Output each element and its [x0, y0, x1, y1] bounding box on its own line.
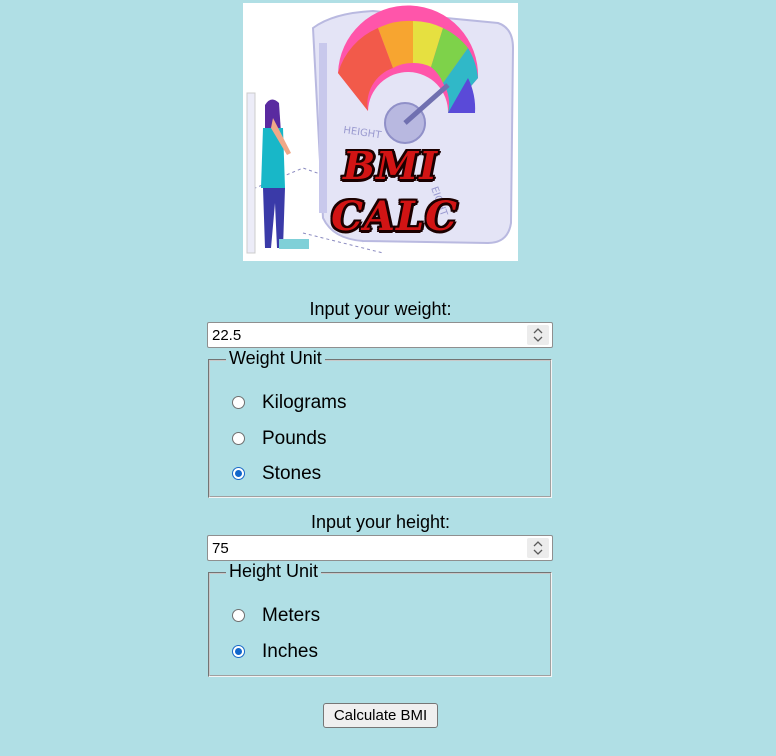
weight-label: Input your weight:: [309, 299, 452, 319]
spin-up-icon: [533, 541, 543, 547]
inches-label[interactable]: Inches: [262, 641, 318, 663]
logo-title-line2: CALC: [331, 193, 458, 240]
height-unit-legend: Height Unit: [226, 561, 322, 582]
inches-radio[interactable]: [232, 645, 245, 658]
weight-spinner[interactable]: [527, 325, 549, 345]
weight-unit-legend: Weight Unit: [226, 348, 325, 369]
kilograms-label[interactable]: Kilograms: [262, 392, 346, 414]
spin-down-icon: [533, 549, 543, 555]
stones-radio[interactable]: [232, 467, 245, 480]
bmi-calc-logo: HEIGHT EIGHT BMI CALC: [243, 3, 518, 261]
kilograms-radio[interactable]: [232, 396, 245, 409]
height-input[interactable]: 75: [207, 535, 553, 561]
calculate-bmi-button[interactable]: Calculate BMI: [323, 703, 438, 728]
meters-radio[interactable]: [232, 609, 245, 622]
height-unit-group: Height Unit Meters Inches: [208, 561, 552, 677]
spin-down-icon: [533, 336, 543, 342]
weight-unit-group: Weight Unit Kilograms Pounds Stones: [208, 348, 552, 498]
meters-label[interactable]: Meters: [262, 605, 320, 627]
stones-label[interactable]: Stones: [262, 463, 321, 485]
logo-title-line1: BMI: [343, 143, 438, 188]
pounds-label[interactable]: Pounds: [262, 428, 326, 450]
pounds-radio[interactable]: [232, 432, 245, 445]
height-label: Input your height:: [310, 512, 451, 532]
spin-up-icon: [533, 328, 543, 334]
height-spinner[interactable]: [527, 538, 549, 558]
weight-input-value: 22.5: [212, 327, 242, 344]
bmi-calculator-page: HEIGHT EIGHT BMI CALC Input your weight:…: [0, 0, 776, 756]
weight-input[interactable]: 22.5: [207, 322, 553, 348]
height-input-value: 75: [212, 540, 229, 557]
